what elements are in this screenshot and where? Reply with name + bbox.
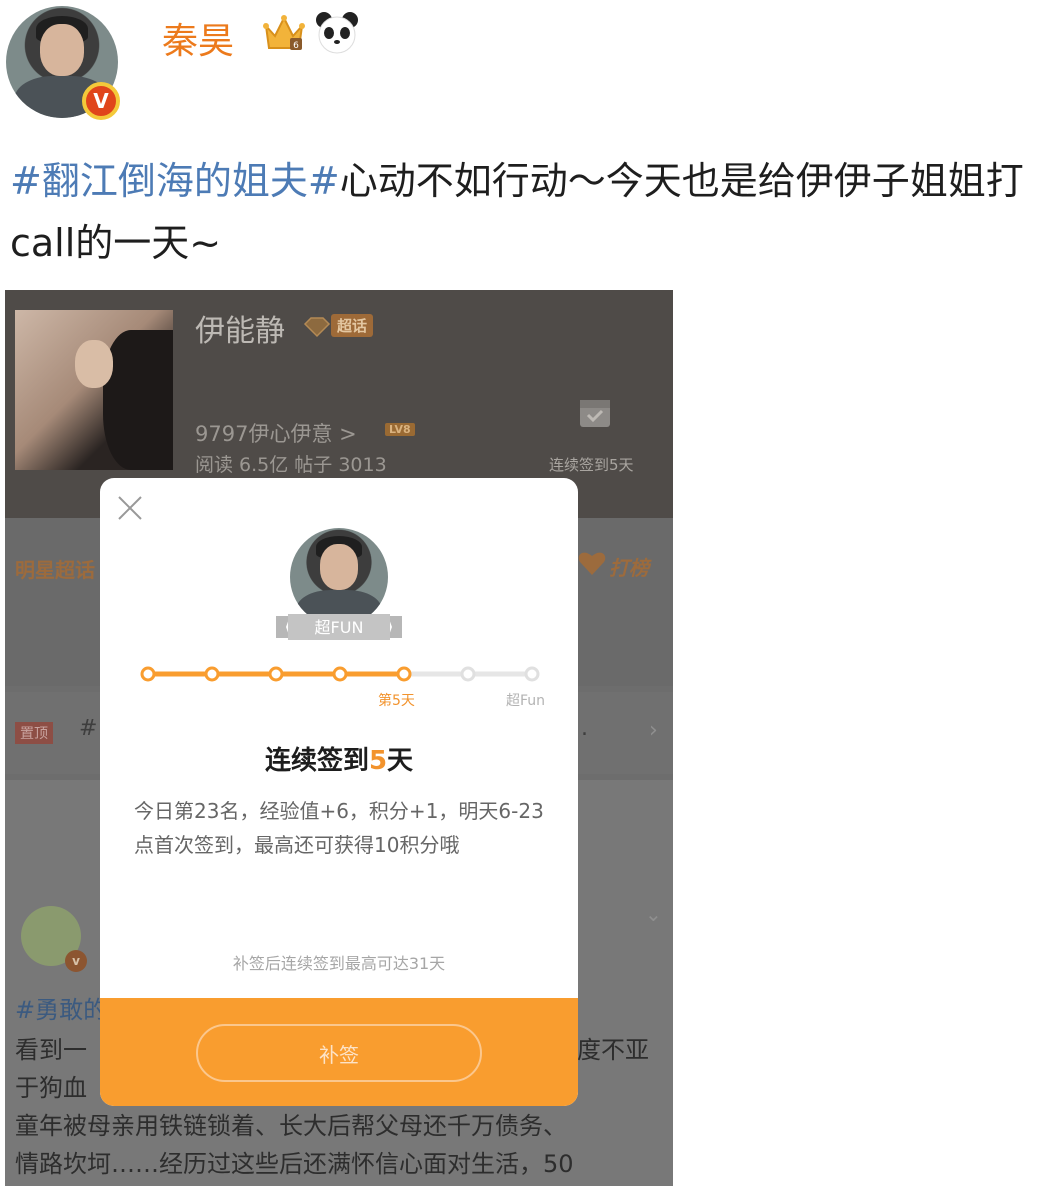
close-icon[interactable] — [116, 494, 144, 522]
checkin-status: 连续签到5天 — [549, 456, 634, 474]
chevron-down-icon: ⌄ — [645, 902, 662, 926]
fan-group-link: 9797伊心伊意 > — [195, 422, 357, 446]
progress-node — [524, 666, 540, 682]
author-name[interactable]: 秦昊 — [162, 12, 234, 64]
feed-line-3: 童年被母亲用铁链锁着、长大后帮父母还千万债务、 — [15, 1112, 567, 1140]
pinned-tag: 置顶 — [15, 722, 53, 744]
progress-node — [140, 666, 156, 682]
diamond-icon — [303, 317, 331, 338]
progress-node — [332, 666, 348, 682]
feed-hashtag: #勇敢的 — [15, 996, 108, 1024]
makeup-note: 补签后连续签到最高可达31天 — [232, 954, 446, 973]
level-badge: LV8 — [385, 423, 415, 436]
feed-line-2: 于狗血 — [15, 1074, 87, 1102]
rank-button: 打榜 — [609, 556, 649, 580]
feed-verified-badge: v — [65, 950, 87, 972]
crown-icon: 6 — [263, 15, 305, 51]
calendar-check-icon — [580, 400, 610, 427]
weibo-post: V 秦昊 6 #翻江倒海的姐夫#心动不如行动～今天也是给伊伊子姐姐打call的一… — [0, 0, 1047, 1194]
progress-day-label: 第5天 — [378, 693, 415, 709]
pinned-text: # — [79, 716, 98, 741]
feed-line-4: 情路坎坷……经历过这些后还满怀信心面对生活，50 — [15, 1150, 574, 1178]
ribbon-label: 超FUN — [314, 618, 364, 637]
checkin-progress — [140, 666, 540, 682]
heart-icon — [578, 552, 606, 575]
post-text: #翻江倒海的姐夫#心动不如行动～今天也是给伊伊子姐姐打call的一天~ — [10, 150, 1030, 274]
chevron-right-icon: › — [649, 718, 658, 743]
progress-node — [204, 666, 220, 682]
makeup-checkin-button[interactable]: 补签 — [196, 1024, 482, 1082]
super-topic-tag: 超话 — [331, 314, 374, 337]
title-suffix: 天 — [387, 746, 414, 776]
title-prefix: 连续签到 — [264, 746, 369, 776]
feed-line-1-right: 度不亚 — [577, 1036, 649, 1064]
celebrity-photo — [15, 310, 173, 470]
progress-node — [268, 666, 284, 682]
svg-text:6: 6 — [293, 41, 299, 51]
tab-star-topic: 明星超话 — [15, 558, 95, 582]
topic-stats: 阅读 6.5亿 帖子 3013 — [195, 454, 387, 476]
title-number: 5 — [368, 746, 388, 776]
pinned-ellipsis: . — [581, 716, 588, 741]
hashtag-link[interactable]: #翻江倒海的姐夫# — [10, 159, 340, 203]
feed-line-1: 看到一 — [15, 1036, 87, 1064]
progress-end-label: 超Fun — [506, 693, 546, 709]
topic-name: 伊能静 — [195, 314, 285, 349]
panda-icon — [316, 12, 358, 54]
dialog-description: 今日第23名，经验值+6，积分+1，明天6-23点首次签到，最高还可获得10积分… — [134, 799, 544, 857]
verified-badge: V — [82, 82, 120, 120]
progress-node — [396, 666, 412, 682]
checkin-dialog: 超FUN 第5天 超Fun 连续签到5天 今日第23名，经验值+6，积分+1，明… — [100, 478, 578, 1106]
progress-node — [460, 666, 476, 682]
dialog-title: 连续签到5天 — [100, 740, 578, 777]
